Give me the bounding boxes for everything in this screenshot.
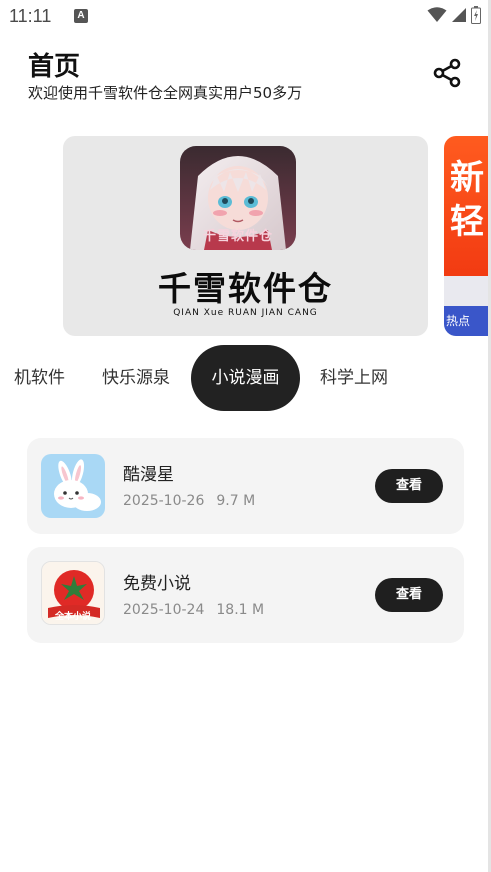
banner-pinyin: QIAN Xue RUAN JIAN CANG xyxy=(173,308,318,318)
tab-happy-source[interactable]: 快乐源泉 xyxy=(92,345,180,411)
app-meta: 2025-10-26 9.7 M xyxy=(123,493,255,509)
app-meta: 2025-10-24 18.1 M xyxy=(123,602,264,618)
wifi-icon xyxy=(427,7,447,22)
app-date: 2025-10-26 xyxy=(123,493,205,509)
banner-slide-next[interactable]: 新 轻 热点 xyxy=(444,136,491,336)
view-button[interactable]: 查看 xyxy=(375,469,443,503)
view-button[interactable]: 查看 xyxy=(375,578,443,612)
banner-next-footer: 热点 xyxy=(444,306,491,336)
app-size: 18.1 M xyxy=(216,602,265,618)
tab-vpn[interactable]: 科学上网 xyxy=(310,345,398,411)
app-size: 9.7 M xyxy=(216,493,256,509)
app-name: 酷漫星 xyxy=(123,465,174,485)
app-date: 2025-10-24 xyxy=(123,602,205,618)
banner-next-title: 新 轻 xyxy=(450,158,484,242)
share-button[interactable] xyxy=(430,56,464,90)
status-time: 11:11 xyxy=(9,6,52,26)
category-tabs: 机软件 快乐源泉 小说漫画 科学上网 xyxy=(0,345,491,411)
banner-title: 千雪软件仓 xyxy=(158,269,333,308)
banner-art-label: 千雪软件仓 xyxy=(202,229,273,244)
list-item[interactable]: 酷漫星 2025-10-26 9.7 M 查看 xyxy=(27,438,464,534)
list-item[interactable]: 全本小说 免费小说 2025-10-24 18.1 M 查看 xyxy=(27,547,464,643)
page-subtitle: 欢迎使用千雪软件仓全网真实用户50多万 xyxy=(28,84,303,102)
status-icons xyxy=(427,6,481,24)
banner-anime-art: 千雪软件仓 xyxy=(180,146,296,250)
battery-icon xyxy=(471,6,481,24)
share-icon xyxy=(433,58,461,88)
signal-icon xyxy=(452,8,466,22)
status-bar: 11:11 A xyxy=(0,0,491,34)
icon-label: 全本小说 xyxy=(54,612,91,622)
page-title: 首页 xyxy=(28,52,81,82)
tab-partial[interactable]: 机软件 xyxy=(14,345,74,411)
notification-icon: A xyxy=(74,9,88,23)
banner-slide[interactable]: 千雪软件仓 千雪软件仓 QIAN Xue RUAN JIAN CANG xyxy=(63,136,428,336)
app-name: 免费小说 xyxy=(123,574,191,594)
tab-novels-comics[interactable]: 小说漫画 xyxy=(191,345,300,411)
tomato-book-icon: 全本小说 xyxy=(41,561,105,625)
bunny-icon xyxy=(41,454,105,518)
